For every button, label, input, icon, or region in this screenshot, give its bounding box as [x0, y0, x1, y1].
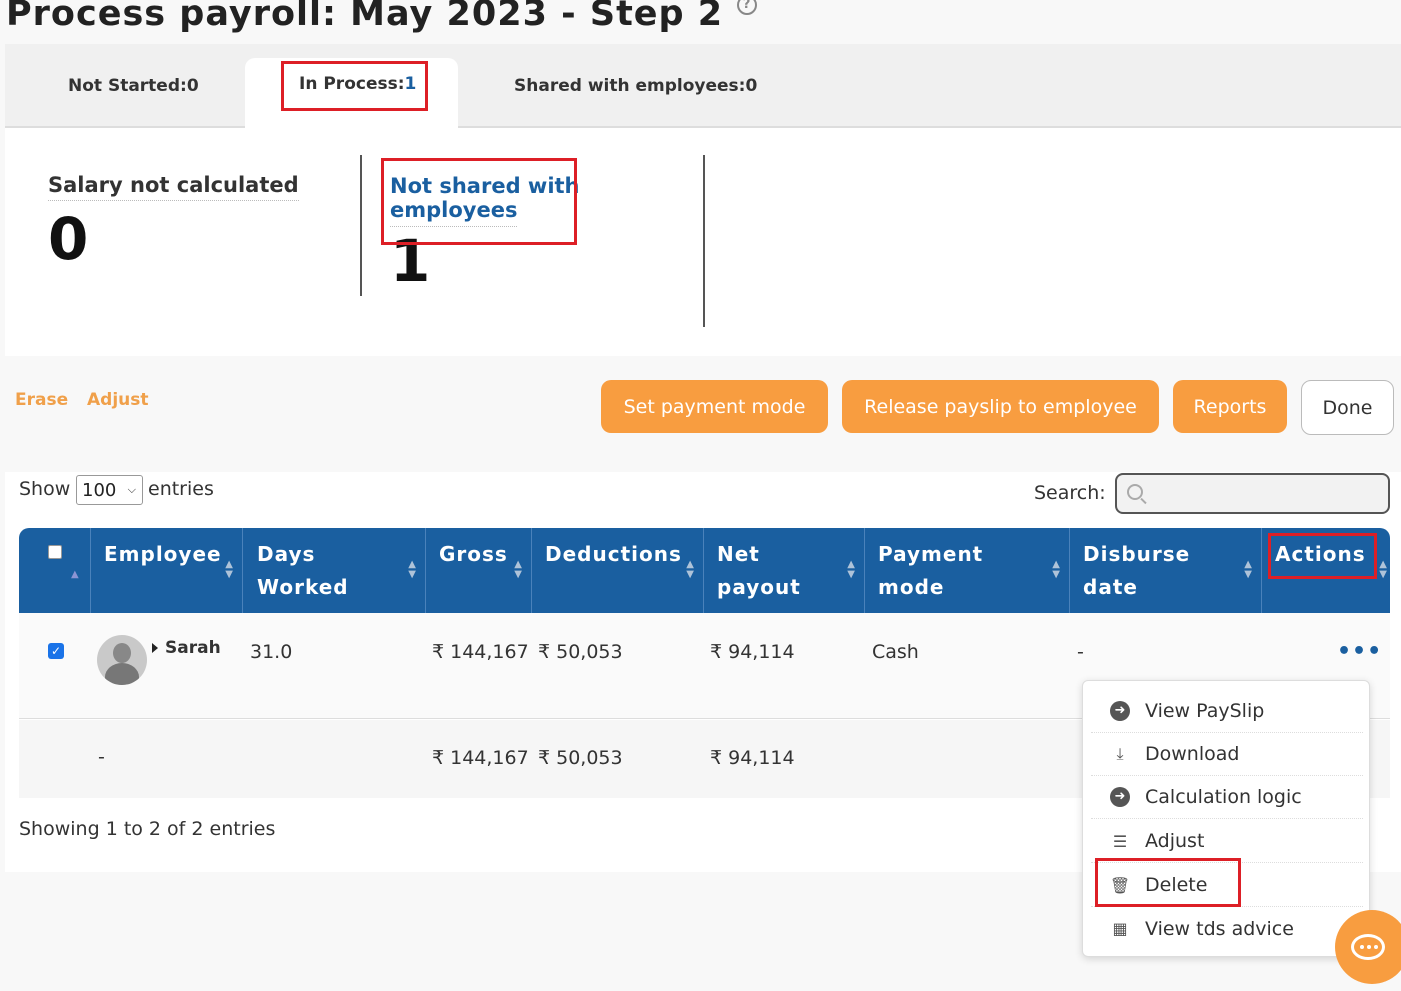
menu-item-label: Calculation logic	[1145, 786, 1302, 808]
chat-icon	[1351, 934, 1385, 960]
net-payout-value: ₹ 94,114	[710, 641, 795, 663]
entries-select[interactable]: 100 ⌵	[76, 475, 143, 505]
show-label: Show	[19, 478, 71, 500]
column-label: payout	[717, 575, 801, 599]
column-label: Disburse	[1083, 542, 1191, 566]
table-info: Showing 1 to 2 of 2 entries	[19, 818, 276, 840]
days-worked: 31.0	[250, 641, 293, 663]
sort-icon: ▲ ▼	[408, 559, 417, 580]
summary-divider	[360, 155, 362, 296]
column-label: Worked	[257, 575, 349, 599]
column-payment-mode[interactable]: Payment mode ▲ ▼	[865, 528, 1070, 613]
gross-value: ₹ 144,167	[432, 641, 529, 663]
menu-item-view-tds-advice[interactable]: ▦ View tds advice	[1091, 907, 1363, 950]
tab-count: 0	[745, 76, 758, 96]
sliders-icon: ☰	[1112, 831, 1128, 851]
menu-item-view-payslip[interactable]: ➜ View PaySlip	[1091, 690, 1363, 733]
chevron-down-icon: ⌵	[127, 483, 136, 496]
sort-icon: ▲ ▼	[1379, 559, 1388, 580]
sort-icon: ▲ ▼	[514, 559, 523, 580]
sort-icon: ▲ ▼	[225, 559, 234, 580]
gross-total: ₹ 144,167	[432, 747, 529, 769]
deductions-value: ₹ 50,053	[538, 641, 623, 663]
column-label: Employee	[104, 542, 222, 566]
payment-mode-value: Cash	[872, 641, 919, 663]
sort-icon: ▲ ▼	[686, 559, 695, 580]
sort-icon: ▲ ▼	[847, 559, 856, 580]
menu-item-adjust[interactable]: ☰ Adjust	[1091, 820, 1363, 863]
summary-panel: Salary not calculated 0 Not shared with …	[5, 128, 1401, 356]
help-icon[interactable]: ?	[737, 0, 758, 15]
more-actions-icon[interactable]: •••	[1337, 639, 1382, 664]
net-payout-total: ₹ 94,114	[710, 747, 795, 769]
entries-label: entries	[148, 478, 214, 500]
employee-name[interactable]: Sarah	[165, 638, 221, 658]
select-all-column: ▲	[19, 528, 91, 613]
sort-asc-icon: ▲	[71, 569, 80, 580]
tab-shared-with-employees[interactable]: Shared with employees: 0	[514, 44, 757, 128]
tab-label: Shared with employees:	[514, 76, 746, 96]
column-label: Deductions	[545, 542, 682, 566]
salary-not-calculated-value: 0	[48, 205, 89, 273]
search-label: Search:	[1034, 482, 1106, 504]
column-gross[interactable]: Gross ▲ ▼	[426, 528, 532, 613]
adjust-link[interactable]: Adjust	[87, 390, 149, 410]
menu-item-label: Download	[1145, 743, 1240, 765]
actions-dropdown-menu: ➜ View PaySlip ⤓ Download ➜ Calculation …	[1082, 680, 1370, 957]
column-label: mode	[878, 575, 945, 599]
highlight-box	[1095, 858, 1241, 907]
page-title-text: Process payroll: May 2023 - Step 2	[6, 0, 724, 34]
menu-item-label: Adjust	[1145, 830, 1205, 852]
column-label: Days	[257, 542, 316, 566]
entries-select-value: 100	[82, 479, 117, 501]
column-label: Gross	[439, 542, 508, 566]
expand-caret-icon[interactable]	[152, 643, 158, 653]
deductions-total: ₹ 50,053	[538, 747, 623, 769]
highlight-box	[1268, 533, 1377, 579]
arrow-circle-right-icon: ➜	[1109, 700, 1131, 722]
arrow-circle-right-icon: ➜	[1109, 786, 1131, 808]
tab-count: 0	[186, 76, 199, 96]
release-payslip-button[interactable]: Release payslip to employee	[842, 380, 1159, 433]
salary-not-calculated-label[interactable]: Salary not calculated	[48, 170, 299, 201]
chat-button[interactable]	[1335, 910, 1401, 984]
column-deductions[interactable]: Deductions ▲ ▼	[532, 528, 704, 613]
search-icon	[1127, 484, 1143, 500]
page-title: Process payroll: May 2023 - Step 2 ?	[6, 0, 758, 34]
column-disburse-date[interactable]: Disburse date ▲ ▼	[1070, 528, 1262, 613]
table-header: ▲ Employee ▲ ▼ Days Worked ▲ ▼ Gross ▲ ▼ De…	[19, 528, 1390, 613]
column-net-payout[interactable]: Net payout ▲ ▼	[704, 528, 865, 613]
sort-icon: ▲ ▼	[1244, 559, 1253, 580]
search-input[interactable]	[1115, 473, 1390, 514]
erase-link[interactable]: Erase	[15, 390, 68, 410]
column-label: date	[1083, 575, 1138, 599]
menu-item-label: View PaySlip	[1145, 700, 1265, 722]
salary-not-calculated-card: Salary not calculated 0	[48, 170, 299, 271]
tab-label: Not Started:	[68, 76, 187, 96]
row-checkbox[interactable]: ✓	[48, 643, 64, 659]
summary-divider	[703, 155, 705, 327]
calculator-icon: ▦	[1112, 919, 1128, 938]
set-payment-mode-button[interactable]: Set payment mode	[601, 380, 828, 433]
column-label: Payment	[878, 542, 984, 566]
sort-icon: ▲ ▼	[1052, 559, 1061, 580]
select-all-checkbox[interactable]	[48, 545, 62, 559]
column-days-worked[interactable]: Days Worked ▲ ▼	[243, 528, 426, 613]
highlight-box	[381, 158, 577, 245]
menu-item-calculation-logic[interactable]: ➜ Calculation logic	[1091, 776, 1363, 819]
download-icon: ⤓	[1116, 744, 1124, 763]
menu-item-download[interactable]: ⤓ Download	[1091, 733, 1363, 776]
tab-not-started[interactable]: Not Started: 0	[68, 44, 199, 128]
avatar	[97, 635, 147, 685]
menu-item-label: View tds advice	[1145, 917, 1294, 940]
status-tabs: Not Started: 0 In Process: 1 Shared with…	[5, 44, 1401, 130]
totals-label: -	[98, 746, 105, 768]
column-label: Net	[717, 542, 760, 566]
reports-button[interactable]: Reports	[1173, 380, 1287, 433]
disburse-date-value: -	[1077, 641, 1084, 663]
column-employee[interactable]: Employee ▲ ▼	[91, 528, 243, 613]
done-button[interactable]: Done	[1301, 380, 1394, 435]
highlight-box	[281, 61, 428, 111]
